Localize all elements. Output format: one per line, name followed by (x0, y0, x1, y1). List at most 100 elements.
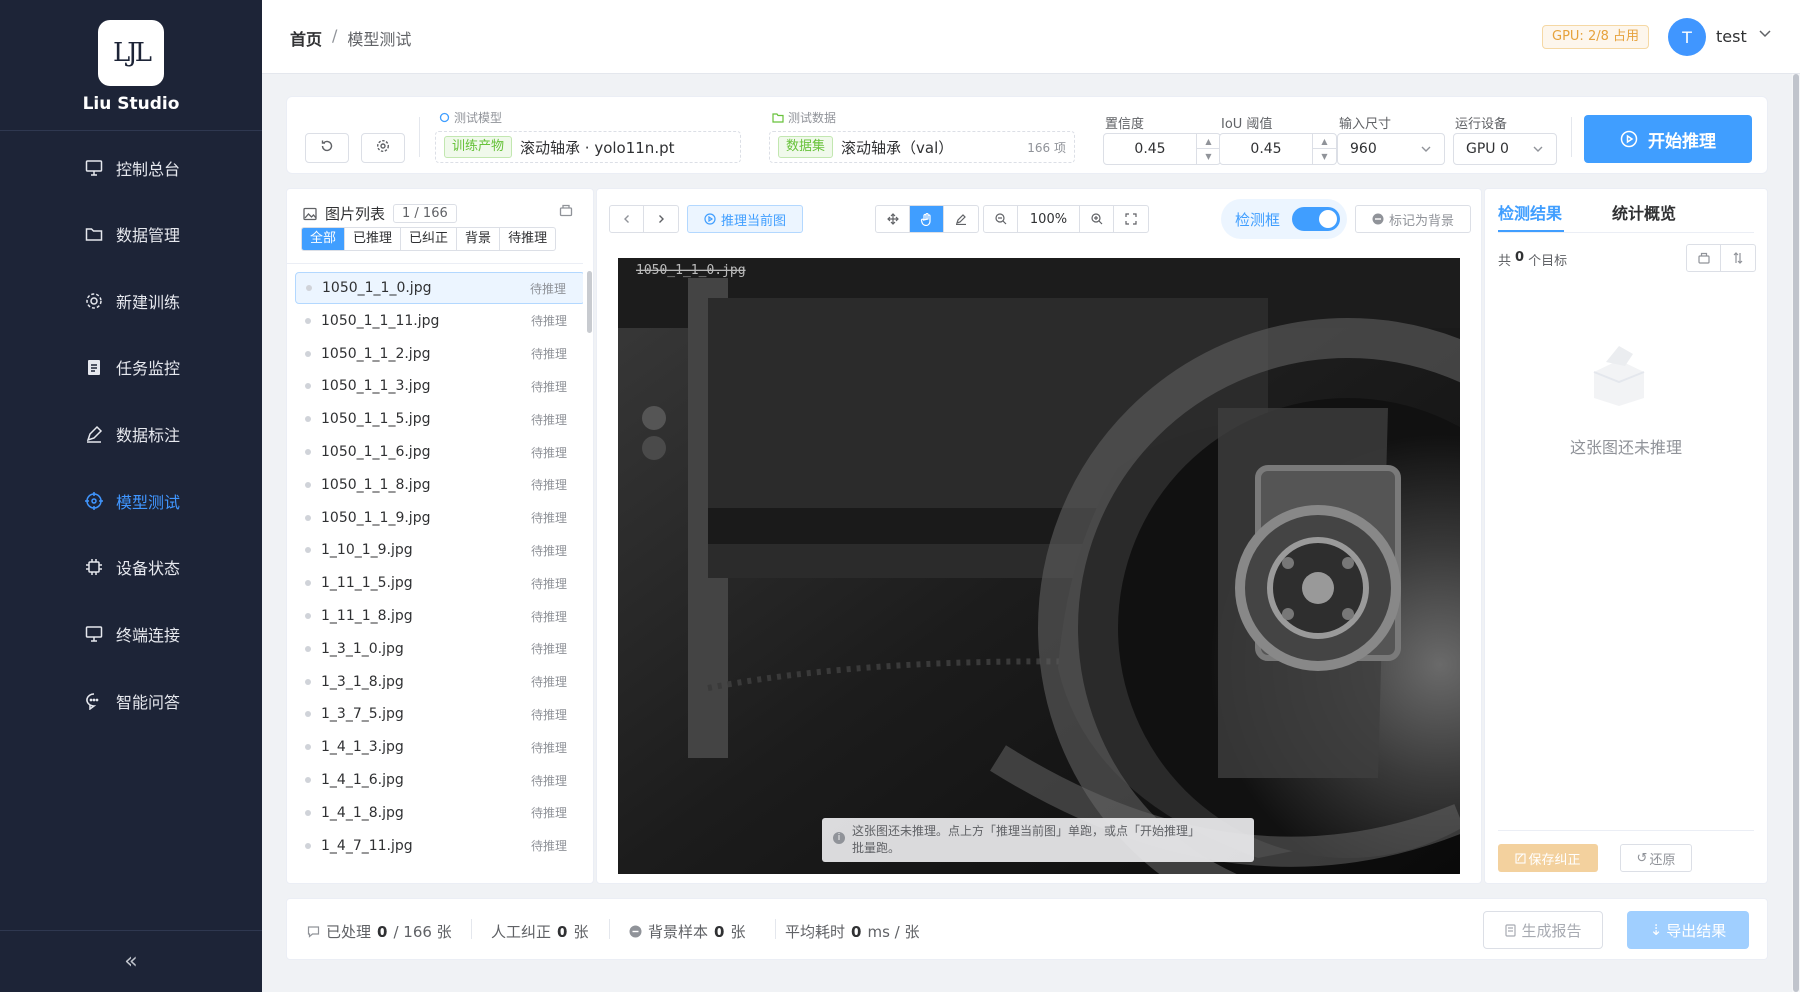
sidebar-item-terminal[interactable]: 终端连接 (84, 619, 180, 649)
target-icon (84, 491, 104, 511)
avatar[interactable]: T (1668, 18, 1706, 56)
sidebar-item-console[interactable]: 控制总台 (84, 153, 180, 183)
zoom-level: 100% (1018, 206, 1080, 232)
file-list-item[interactable]: 1050_1_1_11.jpg 待推理 (295, 305, 583, 337)
filter-corrected[interactable]: 已纠正 (401, 228, 458, 250)
file-list-item[interactable]: 1_4_1_8.jpg 待推理 (295, 797, 583, 829)
image-icon (303, 207, 317, 220)
tab-stats-overview[interactable]: 统计概览 (1612, 200, 1676, 224)
inference-toolbar: 测试模型 训练产物 滚动轴承 · yolo11n.pt 测试数据 数据集 滚动轴… (286, 96, 1768, 174)
file-list-header: 图片列表 1 / 166 (303, 203, 457, 224)
file-list-item[interactable]: 1_4_1_3.jpg 待推理 (295, 731, 583, 763)
file-list-item[interactable]: 1_10_1_9.jpg 待推理 (295, 534, 583, 566)
file-list-item[interactable]: 1050_1_1_8.jpg 待推理 (295, 469, 583, 501)
file-list-item[interactable]: 1_4_1_6.jpg 待推理 (295, 764, 583, 796)
clear-icon[interactable] (559, 203, 573, 221)
file-name: 1050_1_1_9.jpg (321, 509, 431, 526)
sidebar-item-monitor[interactable]: 任务监控 (84, 352, 180, 382)
file-status: 待推理 (530, 642, 567, 657)
file-list-item[interactable]: 1050_1_1_6.jpg 待推理 (295, 436, 583, 468)
decrement-icon[interactable]: ▼ (1313, 149, 1336, 164)
results-panel (1484, 188, 1768, 884)
test-model-select[interactable]: 训练产物 滚动轴承 · yolo11n.pt (435, 131, 741, 163)
infer-current-button[interactable]: 推理当前图 (687, 205, 803, 233)
bbox-toggle-switch[interactable] (1292, 207, 1341, 231)
status-dot (305, 580, 311, 587)
page-scrollbar-thumb[interactable] (1793, 74, 1799, 992)
file-list-item[interactable]: 1_3_7_5.jpg 待推理 (295, 698, 583, 730)
sidebar-item-annotate[interactable]: 数据标注 (84, 419, 180, 449)
sidebar-item-label: 数据标注 (116, 426, 181, 445)
breadcrumb: 首页 / 模型测试 (290, 26, 411, 50)
hand-icon[interactable] (910, 206, 944, 232)
sidebar-item-train[interactable]: 新建训练 (84, 286, 180, 316)
status-dot (306, 285, 312, 291)
file-list-item[interactable]: 1_4_7_11.jpg 待推理 (295, 830, 583, 862)
file-status: 待推理 (530, 806, 567, 821)
device-select[interactable]: GPU 0 (1453, 133, 1557, 165)
file-list-item[interactable]: 1050_1_1_9.jpg 待推理 (295, 502, 583, 534)
filter-all[interactable]: 全部 (302, 228, 346, 250)
file-list-item[interactable]: 1050_1_1_5.jpg 待推理 (295, 403, 583, 435)
breadcrumb-home[interactable]: 首页 (290, 26, 322, 50)
image-canvas[interactable]: 1050_1_1_0.jpg (618, 258, 1460, 874)
file-list-scrollbar[interactable] (587, 271, 592, 333)
sidebar-item-label: 控制总台 (116, 160, 181, 179)
bearing-image: 1050_1_1_0.jpg (618, 258, 1460, 874)
increment-icon[interactable]: ▲ (1197, 134, 1220, 149)
zoom-in-icon[interactable] (1080, 206, 1114, 232)
decrement-icon[interactable]: ▼ (1197, 149, 1220, 164)
file-list-item[interactable]: 1_3_1_0.jpg 待推理 (295, 633, 583, 665)
file-list-item[interactable]: 1_11_1_5.jpg 待推理 (295, 567, 583, 599)
file-list-item[interactable]: 1050_1_1_3.jpg 待推理 (295, 370, 583, 402)
sidebar-item-data[interactable]: 数据管理 (84, 219, 180, 249)
file-status: 待推理 (530, 379, 567, 394)
generate-report-button[interactable]: 生成报告 (1483, 911, 1603, 949)
move-icon[interactable] (876, 206, 910, 232)
sidebar-item-chat[interactable]: 智能问答 (84, 686, 180, 716)
file-name: 1_4_1_3.jpg (321, 739, 404, 756)
chevron-down-icon[interactable] (1758, 26, 1772, 44)
file-name: 1050_1_1_6.jpg (321, 444, 431, 460)
confidence-input[interactable]: 0.45 ▲ ▼ (1103, 133, 1221, 165)
filter-background[interactable]: 背景 (457, 228, 501, 250)
file-status: 待推理 (530, 576, 567, 591)
sidebar-item-device[interactable]: 设备状态 (84, 552, 180, 582)
zoom-out-icon[interactable] (984, 206, 1018, 232)
mark-background-button[interactable]: 标记为背景 (1355, 205, 1471, 233)
file-list-item[interactable]: 1050_1_1_2.jpg 待推理 (295, 338, 583, 370)
save-correction-button[interactable]: 保存纠正 (1498, 844, 1598, 872)
image-filename-overlay: 1050_1_1_0.jpg (636, 263, 746, 278)
input-size-select[interactable]: 960 (1337, 133, 1445, 165)
settings-button[interactable] (361, 133, 405, 163)
clear-icon[interactable] (1687, 245, 1721, 271)
sidebar-item-model-test[interactable]: 模型测试 (84, 486, 180, 516)
file-list-item[interactable]: 1050_1_1_0.jpg 待推理 (295, 272, 583, 304)
page-scrollbar-track (1792, 74, 1800, 992)
sort-icon[interactable] (1721, 245, 1755, 271)
next-image-icon[interactable] (644, 206, 678, 232)
test-data-select[interactable]: 数据集 滚动轴承（val） 166 项 (769, 131, 1075, 163)
export-results-button[interactable]: ⇣ 导出结果 (1627, 911, 1749, 949)
user-name[interactable]: test (1716, 27, 1747, 46)
status-dot (305, 449, 311, 455)
start-inference-button[interactable]: 开始推理 (1584, 115, 1752, 163)
file-list-item[interactable]: 1_11_1_8.jpg 待推理 (295, 600, 583, 632)
reset-button[interactable] (305, 133, 349, 163)
increment-icon[interactable]: ▲ (1313, 134, 1336, 149)
double-chevron-left-icon: « (124, 949, 138, 974)
tab-detection-results[interactable]: 检测结果 (1498, 200, 1562, 224)
restore-button[interactable]: ↺ 还原 (1620, 844, 1692, 872)
inference-tip: i 这张图还未推理。点上方「推理当前图」单跑，或点「开始推理」 批量跑。 (822, 818, 1254, 862)
filter-pending[interactable]: 待推理 (500, 228, 555, 250)
prev-image-icon[interactable] (610, 206, 644, 232)
edit-icon (1515, 852, 1527, 864)
filter-inferred[interactable]: 已推理 (345, 228, 402, 250)
fullscreen-icon[interactable] (1114, 206, 1148, 232)
file-list-item[interactable]: 1_3_1_8.jpg 待推理 (295, 666, 583, 698)
draw-icon[interactable] (944, 206, 978, 232)
file-name: 1050_1_1_3.jpg (321, 378, 431, 395)
footer-divider (609, 919, 610, 939)
sidebar-collapse-button[interactable]: « (0, 930, 262, 992)
iou-input[interactable]: 0.45 ▲ ▼ (1219, 133, 1337, 165)
